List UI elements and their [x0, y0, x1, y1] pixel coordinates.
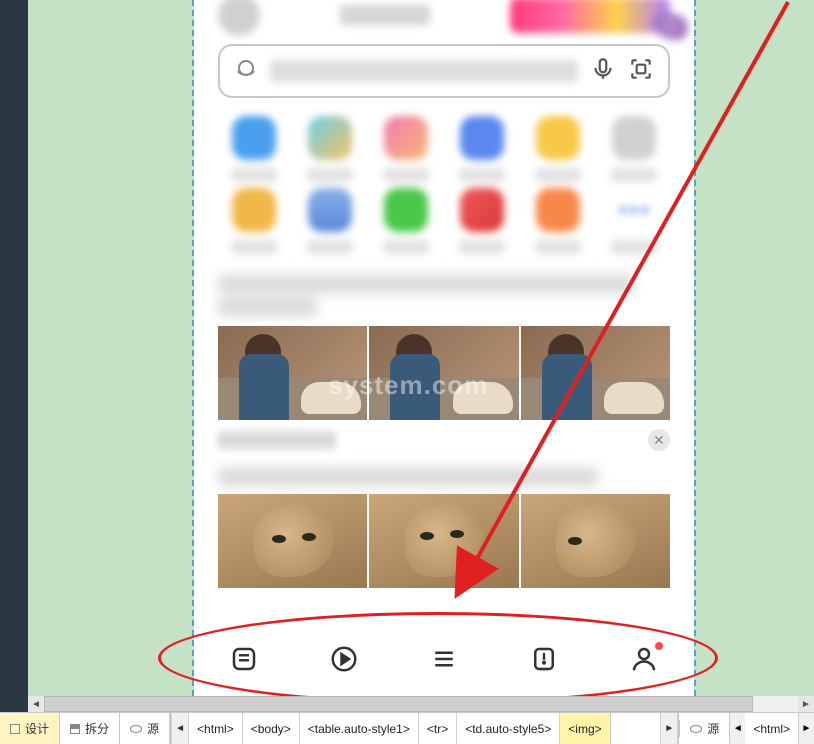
notification-dot	[655, 642, 663, 650]
source-mode-icon	[130, 725, 142, 733]
tab-label: 拆分	[85, 720, 109, 737]
thumbnail[interactable]	[521, 494, 670, 588]
breadcrumb-item[interactable]: <body>	[243, 713, 300, 744]
mini-next[interactable]: ►	[798, 713, 814, 744]
phone-mockup-region: ✕	[194, 0, 694, 696]
tab-label: 设计	[25, 720, 49, 737]
app-shortcut[interactable]	[218, 188, 290, 254]
promo-banner[interactable]	[510, 0, 670, 33]
breadcrumb-item[interactable]: <tr>	[419, 713, 457, 744]
nav-feed[interactable]	[229, 644, 259, 679]
header-text	[340, 5, 430, 25]
app-row	[218, 116, 670, 182]
guide-right	[694, 0, 696, 696]
design-mode-icon	[10, 724, 20, 734]
breadcrumb-item[interactable]: <html>	[189, 713, 243, 744]
app-shortcut[interactable]	[370, 188, 442, 254]
feed-title	[218, 468, 670, 486]
tab-design[interactable]: 设计	[0, 713, 60, 744]
breadcrumb-item[interactable]: <td.auto-style5>	[457, 713, 560, 744]
app-shortcut[interactable]	[598, 116, 670, 182]
feed-thumbnails[interactable]	[218, 494, 670, 588]
breadcrumb: ◄ <html> <body> <table.auto-style1> <tr>…	[170, 713, 679, 744]
more-button[interactable]	[598, 188, 670, 254]
breadcrumb-next[interactable]: ►	[660, 713, 678, 744]
tab-source-right[interactable]: 源	[679, 720, 729, 737]
tab-source[interactable]: 源	[120, 713, 170, 744]
app-shortcut[interactable]	[294, 116, 366, 182]
app-shortcut[interactable]	[294, 188, 366, 254]
app-row	[218, 188, 670, 254]
left-gutter	[0, 0, 28, 712]
scroll-right-button[interactable]: ►	[798, 696, 814, 712]
thumbnail[interactable]	[218, 326, 367, 420]
scroll-thumb[interactable]	[44, 696, 753, 712]
app-shortcut[interactable]	[218, 116, 290, 182]
feed: ✕	[194, 260, 694, 588]
nav-notify[interactable]	[529, 644, 559, 679]
app-shortcut-grid	[194, 116, 694, 254]
editor-statusbar: 设计 拆分 源 ◄ <html> <body> <table.auto-styl…	[0, 712, 814, 744]
breadcrumb-item[interactable]: <html>	[745, 713, 798, 744]
nav-video[interactable]	[329, 644, 359, 679]
more-icon	[612, 188, 656, 232]
search-icon	[234, 57, 258, 86]
phone-screen[interactable]: ✕	[194, 0, 694, 696]
app-shortcut[interactable]	[522, 188, 594, 254]
thumbnail[interactable]	[369, 494, 518, 588]
bottom-nav	[194, 626, 694, 696]
avatar[interactable]	[218, 0, 260, 36]
thumbnail[interactable]	[369, 326, 518, 420]
dismiss-button[interactable]: ✕	[648, 429, 670, 451]
app-shortcut[interactable]	[522, 116, 594, 182]
search-placeholder	[270, 60, 578, 82]
source-mode-icon	[690, 725, 702, 733]
search-bar[interactable]	[218, 44, 670, 98]
feed-meta-row: ✕	[218, 426, 670, 454]
voice-icon[interactable]	[590, 56, 616, 87]
mini-prev[interactable]: ◄	[729, 713, 745, 744]
right-tab-group: 源 ◄ <html> ►	[679, 713, 814, 744]
design-canvas: ✕	[0, 0, 814, 712]
nav-menu[interactable]	[429, 644, 459, 679]
app-shortcut[interactable]	[370, 116, 442, 182]
breadcrumb-item[interactable]: <table.auto-style1>	[300, 713, 419, 744]
scroll-left-button[interactable]: ◄	[28, 696, 44, 712]
horizontal-scrollbar[interactable]: ◄ ►	[28, 696, 814, 712]
breadcrumb-item-selected[interactable]: <img>	[560, 713, 610, 744]
breadcrumb-prev[interactable]: ◄	[171, 713, 189, 744]
thumbnail[interactable]	[521, 326, 670, 420]
scan-icon[interactable]	[628, 56, 654, 87]
nav-profile[interactable]	[629, 644, 659, 679]
tab-label: 源	[147, 720, 159, 737]
feed-title	[218, 275, 670, 316]
app-shortcut[interactable]	[446, 188, 518, 254]
tab-split[interactable]: 拆分	[60, 713, 120, 744]
page-background: ✕	[28, 0, 814, 696]
scroll-track[interactable]	[44, 696, 798, 712]
feed-thumbnails[interactable]	[218, 326, 670, 420]
split-mode-icon	[70, 724, 80, 734]
tab-label: 源	[707, 720, 719, 737]
phone-header	[194, 0, 694, 30]
app-shortcut[interactable]	[446, 116, 518, 182]
thumbnail[interactable]	[218, 494, 367, 588]
